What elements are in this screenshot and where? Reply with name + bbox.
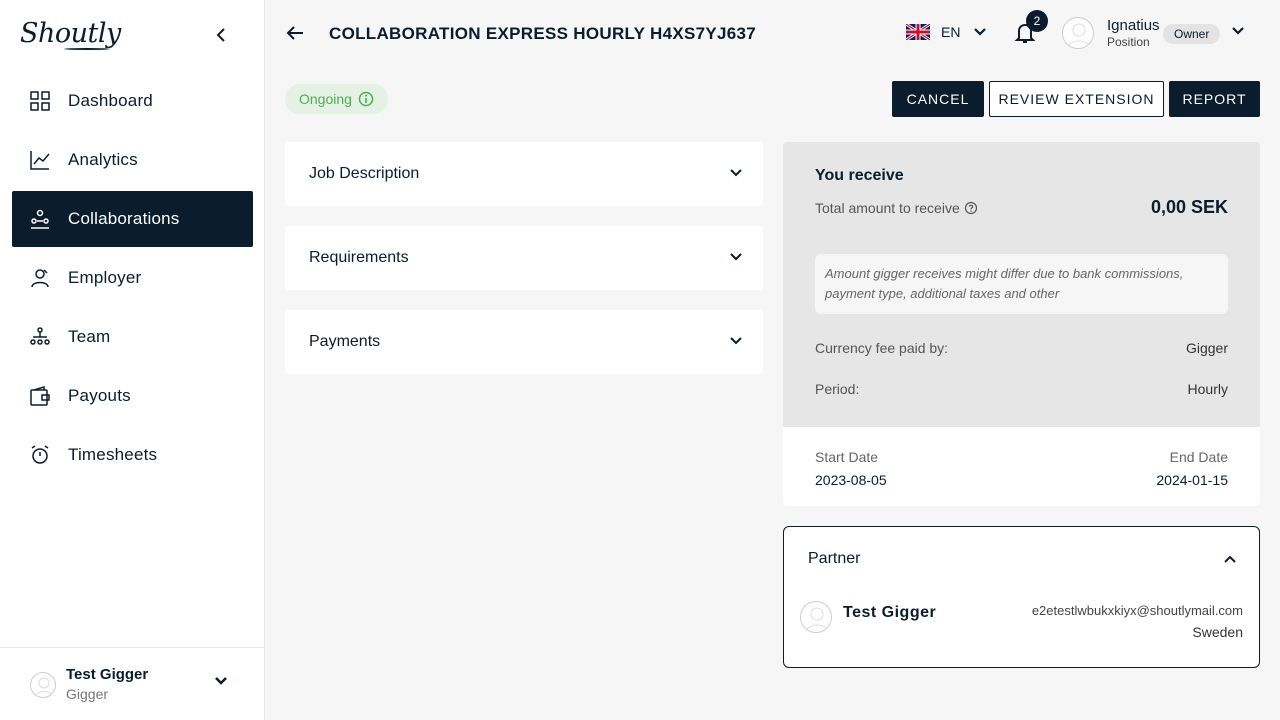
period-label: Period: [815,381,860,397]
sidebar-item-team[interactable]: Team [12,309,253,365]
status-label: Ongoing [299,91,352,107]
sidebar-item-analytics[interactable]: Analytics [12,132,253,188]
role-badge: Owner [1163,24,1221,44]
payments-accordion[interactable]: Payments [285,310,763,374]
accordion-title: Job Description [309,165,420,182]
footer-user-role: Gigger [66,686,109,702]
avatar[interactable] [1062,17,1094,49]
chevron-up-icon [1224,555,1236,563]
stopwatch-icon [30,445,50,465]
start-date-label: Start Date [815,449,879,465]
notifications-count-badge: 2 [1026,10,1048,32]
footer-user-name: Test Gigger [66,666,149,683]
chevron-down-icon [730,253,742,261]
requirements-accordion[interactable]: Requirements [285,226,763,290]
sidebar-item-payouts[interactable]: Payouts [12,368,253,424]
sidebar-user-footer[interactable]: Test Gigger Gigger [0,647,265,720]
start-date-value: 2023-08-05 [815,472,887,488]
back-button[interactable] [284,22,306,44]
collaborations-icon [30,209,50,229]
sidebar-item-label: Timesheets [68,445,158,464]
employer-icon [30,268,50,288]
avatar [800,601,832,633]
logo-swoosh [64,48,110,50]
review-extension-button[interactable]: REVIEW EXTENSION [989,81,1164,117]
wallet-icon [30,386,50,406]
arrow-left-icon [286,26,303,40]
accordion-title: Payments [309,333,381,350]
chevron-left-icon [216,28,225,42]
info-icon[interactable] [358,91,374,107]
sidebar-item-employer[interactable]: Employer [12,250,253,306]
status-badge: Ongoing [285,84,388,114]
sidebar-nav: Dashboard Analytics Collaborations Emplo… [12,73,253,486]
sidebar: Shoutly Dashboard Analytics Collaboratio… [0,0,265,720]
user-menu-toggle[interactable] [213,674,229,692]
sidebar-item-collaborations[interactable]: Collaborations [12,191,253,247]
partner-card: Partner Test Gigger e2etestlwbukxkiyx@sh… [783,526,1260,668]
header-user-name: Ignatius [1107,17,1160,34]
currency-fee-label: Currency fee paid by: [815,340,949,356]
sidebar-item-label: Analytics [68,150,138,169]
chevron-down-icon [730,169,742,177]
page-title: COLLABORATION EXPRESS HOURLY H4XS7YJ637 [329,24,757,43]
avatar-placeholder-icon [1067,23,1091,48]
partner-country: Sweden [1192,624,1243,640]
total-amount-label-text: Total amount to receive [815,200,960,216]
total-amount-value: 0,00 SEK [1150,197,1228,217]
total-amount-label: Total amount to receive [815,200,978,216]
receive-title: You receive [815,167,904,184]
avatar [30,672,56,698]
end-date-value: 2024-01-15 [1156,472,1228,488]
chevron-down-icon [1232,27,1244,35]
avatar-placeholder-icon [805,607,829,632]
cancel-button[interactable]: CANCEL [892,81,984,117]
header-user-position: Position [1107,35,1150,49]
period-value: Hourly [1187,381,1228,397]
chevron-down-icon [215,677,227,685]
collapse-sidebar-button[interactable] [210,24,232,46]
partner-name[interactable]: Test Gigger [843,604,936,622]
collaboration-dates: Start Date 2023-08-05 End Date 2024-01-1… [783,427,1260,506]
partner-email[interactable]: e2etestlwbukxkiyx@shoutlymail.com [1032,603,1243,618]
sidebar-item-label: Collaborations [68,209,180,228]
shoutly-logo[interactable]: Shoutly [20,18,121,49]
sidebar-item-timesheets[interactable]: Timesheets [12,427,253,483]
sidebar-item-label: Payouts [68,386,131,405]
receive-disclaimer: Amount gigger receives might differ due … [815,254,1228,314]
sidebar-item-label: Employer [68,268,142,287]
end-date-label: End Date [1169,449,1228,465]
help-icon[interactable] [964,201,978,215]
uk-flag-icon [906,24,930,40]
dashboard-grid-icon [30,91,50,111]
sidebar-item-dashboard[interactable]: Dashboard [12,73,253,129]
avatar-placeholder-icon [34,677,54,697]
accordion-title: Requirements [309,249,409,266]
partner-title: Partner [808,550,861,567]
chevron-down-icon [730,337,742,345]
team-icon [30,327,50,347]
language-label: EN [941,24,961,40]
job-description-accordion[interactable]: Job Description [285,142,763,206]
account-menu-toggle[interactable] [1230,24,1246,42]
report-button[interactable]: REPORT [1169,81,1260,117]
receive-summary-card: You receive Total amount to receive 0,00… [783,142,1260,427]
partner-collapse-toggle[interactable] [1223,551,1237,569]
chevron-down-icon [974,28,987,36]
language-selector[interactable]: EN [906,24,988,40]
sidebar-item-label: Dashboard [68,91,153,110]
sidebar-item-label: Team [68,327,111,346]
currency-fee-value: Gigger [1185,340,1228,356]
chart-line-icon [30,150,50,170]
